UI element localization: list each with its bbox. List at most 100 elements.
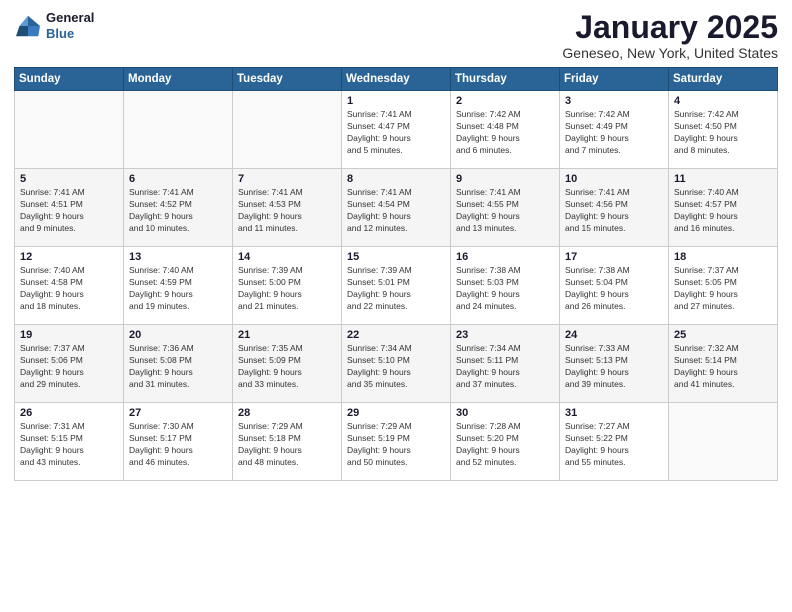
day-number: 28 — [238, 407, 336, 419]
day-info: Sunrise: 7:34 AM Sunset: 5:10 PM Dayligh… — [347, 343, 445, 391]
day-cell: 4 Sunrise: 7:42 AM Sunset: 4:50 PM Daylig… — [669, 91, 778, 169]
logo: General Blue — [14, 10, 94, 41]
day-number: 6 — [129, 173, 227, 185]
day-cell: 26 Sunrise: 7:31 AM Sunset: 5:15 PM Dayli… — [15, 403, 124, 481]
day-info: Sunrise: 7:39 AM Sunset: 5:01 PM Dayligh… — [347, 265, 445, 313]
day-cell: 10 Sunrise: 7:41 AM Sunset: 4:56 PM Dayli… — [560, 169, 669, 247]
day-info: Sunrise: 7:28 AM Sunset: 5:20 PM Dayligh… — [456, 421, 554, 469]
day-cell — [233, 91, 342, 169]
day-info: Sunrise: 7:41 AM Sunset: 4:54 PM Dayligh… — [347, 187, 445, 235]
day-info: Sunrise: 7:42 AM Sunset: 4:50 PM Dayligh… — [674, 109, 772, 157]
day-number: 10 — [565, 173, 663, 185]
day-number: 9 — [456, 173, 554, 185]
day-cell — [15, 91, 124, 169]
day-cell: 29 Sunrise: 7:29 AM Sunset: 5:19 PM Dayli… — [342, 403, 451, 481]
title-block: January 2025 Geneseo, New York, United S… — [562, 10, 778, 61]
day-info: Sunrise: 7:40 AM Sunset: 4:58 PM Dayligh… — [20, 265, 118, 313]
day-info: Sunrise: 7:41 AM Sunset: 4:55 PM Dayligh… — [456, 187, 554, 235]
day-number: 20 — [129, 329, 227, 341]
month-title: January 2025 — [562, 10, 778, 45]
day-cell: 14 Sunrise: 7:39 AM Sunset: 5:00 PM Dayli… — [233, 247, 342, 325]
day-info: Sunrise: 7:41 AM Sunset: 4:52 PM Dayligh… — [129, 187, 227, 235]
col-tuesday: Tuesday — [233, 68, 342, 91]
day-cell: 27 Sunrise: 7:30 AM Sunset: 5:17 PM Dayli… — [124, 403, 233, 481]
day-info: Sunrise: 7:32 AM Sunset: 5:14 PM Dayligh… — [674, 343, 772, 391]
day-info: Sunrise: 7:36 AM Sunset: 5:08 PM Dayligh… — [129, 343, 227, 391]
day-cell: 17Sunrise: 7:38 AM Sunset: 5:04 PM Dayli… — [560, 247, 669, 325]
day-info: Sunrise: 7:29 AM Sunset: 5:19 PM Dayligh… — [347, 421, 445, 469]
col-thursday: Thursday — [451, 68, 560, 91]
day-cell: 12 Sunrise: 7:40 AM Sunset: 4:58 PM Dayli… — [15, 247, 124, 325]
col-friday: Friday — [560, 68, 669, 91]
col-sunday: Sunday — [15, 68, 124, 91]
day-number: 5 — [20, 173, 118, 185]
col-monday: Monday — [124, 68, 233, 91]
day-number: 27 — [129, 407, 227, 419]
week-row-2: 5 Sunrise: 7:41 AM Sunset: 4:51 PM Daylig… — [15, 169, 778, 247]
day-info: Sunrise: 7:27 AM Sunset: 5:22 PM Dayligh… — [565, 421, 663, 469]
day-number: 24 — [565, 329, 663, 341]
day-cell — [669, 403, 778, 481]
day-number: 12 — [20, 251, 118, 263]
day-cell: 28 Sunrise: 7:29 AM Sunset: 5:18 PM Dayli… — [233, 403, 342, 481]
day-cell: 11 Sunrise: 7:40 AM Sunset: 4:57 PM Dayli… — [669, 169, 778, 247]
day-cell: 1Sunrise: 7:41 AM Sunset: 4:47 PM Daylig… — [342, 91, 451, 169]
day-info: Sunrise: 7:41 AM Sunset: 4:56 PM Dayligh… — [565, 187, 663, 235]
day-info: Sunrise: 7:37 AM Sunset: 5:05 PM Dayligh… — [674, 265, 772, 313]
day-info: Sunrise: 7:42 AM Sunset: 4:48 PM Dayligh… — [456, 109, 554, 157]
day-info: Sunrise: 7:29 AM Sunset: 5:18 PM Dayligh… — [238, 421, 336, 469]
day-cell: 3Sunrise: 7:42 AM Sunset: 4:49 PM Daylig… — [560, 91, 669, 169]
day-cell: 24 Sunrise: 7:33 AM Sunset: 5:13 PM Dayli… — [560, 325, 669, 403]
day-info: Sunrise: 7:35 AM Sunset: 5:09 PM Dayligh… — [238, 343, 336, 391]
day-cell: 20 Sunrise: 7:36 AM Sunset: 5:08 PM Dayli… — [124, 325, 233, 403]
day-info: Sunrise: 7:33 AM Sunset: 5:13 PM Dayligh… — [565, 343, 663, 391]
day-info: Sunrise: 7:40 AM Sunset: 4:57 PM Dayligh… — [674, 187, 772, 235]
day-number: 14 — [238, 251, 336, 263]
header: General Blue January 2025 Geneseo, New Y… — [14, 10, 778, 61]
day-number: 19 — [20, 329, 118, 341]
day-cell: 18 Sunrise: 7:37 AM Sunset: 5:05 PM Dayli… — [669, 247, 778, 325]
col-wednesday: Wednesday — [342, 68, 451, 91]
day-number: 11 — [674, 173, 772, 185]
logo-text: General Blue — [46, 10, 94, 41]
day-cell: 19Sunrise: 7:37 AM Sunset: 5:06 PM Dayli… — [15, 325, 124, 403]
day-number: 3 — [565, 95, 663, 107]
day-number: 18 — [674, 251, 772, 263]
week-row-4: 19Sunrise: 7:37 AM Sunset: 5:06 PM Dayli… — [15, 325, 778, 403]
logo-line1: General — [46, 10, 94, 26]
day-cell: 9 Sunrise: 7:41 AM Sunset: 4:55 PM Daylig… — [451, 169, 560, 247]
day-info: Sunrise: 7:39 AM Sunset: 5:00 PM Dayligh… — [238, 265, 336, 313]
day-info: Sunrise: 7:31 AM Sunset: 5:15 PM Dayligh… — [20, 421, 118, 469]
day-number: 13 — [129, 251, 227, 263]
day-number: 4 — [674, 95, 772, 107]
day-cell: 22 Sunrise: 7:34 AM Sunset: 5:10 PM Dayli… — [342, 325, 451, 403]
day-cell: 6 Sunrise: 7:41 AM Sunset: 4:52 PM Daylig… — [124, 169, 233, 247]
day-number: 2 — [456, 95, 554, 107]
day-info: Sunrise: 7:30 AM Sunset: 5:17 PM Dayligh… — [129, 421, 227, 469]
day-cell: 5 Sunrise: 7:41 AM Sunset: 4:51 PM Daylig… — [15, 169, 124, 247]
day-number: 21 — [238, 329, 336, 341]
day-number: 8 — [347, 173, 445, 185]
day-info: Sunrise: 7:41 AM Sunset: 4:53 PM Dayligh… — [238, 187, 336, 235]
day-cell: 21 Sunrise: 7:35 AM Sunset: 5:09 PM Dayli… — [233, 325, 342, 403]
day-number: 30 — [456, 407, 554, 419]
day-number: 26 — [20, 407, 118, 419]
location: Geneseo, New York, United States — [562, 45, 778, 61]
day-info: Sunrise: 7:41 AM Sunset: 4:51 PM Dayligh… — [20, 187, 118, 235]
day-info: Sunrise: 7:34 AM Sunset: 5:11 PM Dayligh… — [456, 343, 554, 391]
day-number: 22 — [347, 329, 445, 341]
day-number: 31 — [565, 407, 663, 419]
day-cell: 31 Sunrise: 7:27 AM Sunset: 5:22 PM Dayli… — [560, 403, 669, 481]
day-cell: 13Sunrise: 7:40 AM Sunset: 4:59 PM Dayli… — [124, 247, 233, 325]
week-row-1: 1Sunrise: 7:41 AM Sunset: 4:47 PM Daylig… — [15, 91, 778, 169]
day-cell: 7Sunrise: 7:41 AM Sunset: 4:53 PM Daylig… — [233, 169, 342, 247]
day-info: Sunrise: 7:38 AM Sunset: 5:03 PM Dayligh… — [456, 265, 554, 313]
day-number: 23 — [456, 329, 554, 341]
logo-line2: Blue — [46, 26, 94, 42]
day-number: 17 — [565, 251, 663, 263]
calendar-page: General Blue January 2025 Geneseo, New Y… — [0, 0, 792, 612]
week-row-5: 26 Sunrise: 7:31 AM Sunset: 5:15 PM Dayli… — [15, 403, 778, 481]
day-number: 29 — [347, 407, 445, 419]
calendar-table: Sunday Monday Tuesday Wednesday Thursday… — [14, 67, 778, 481]
day-number: 16 — [456, 251, 554, 263]
